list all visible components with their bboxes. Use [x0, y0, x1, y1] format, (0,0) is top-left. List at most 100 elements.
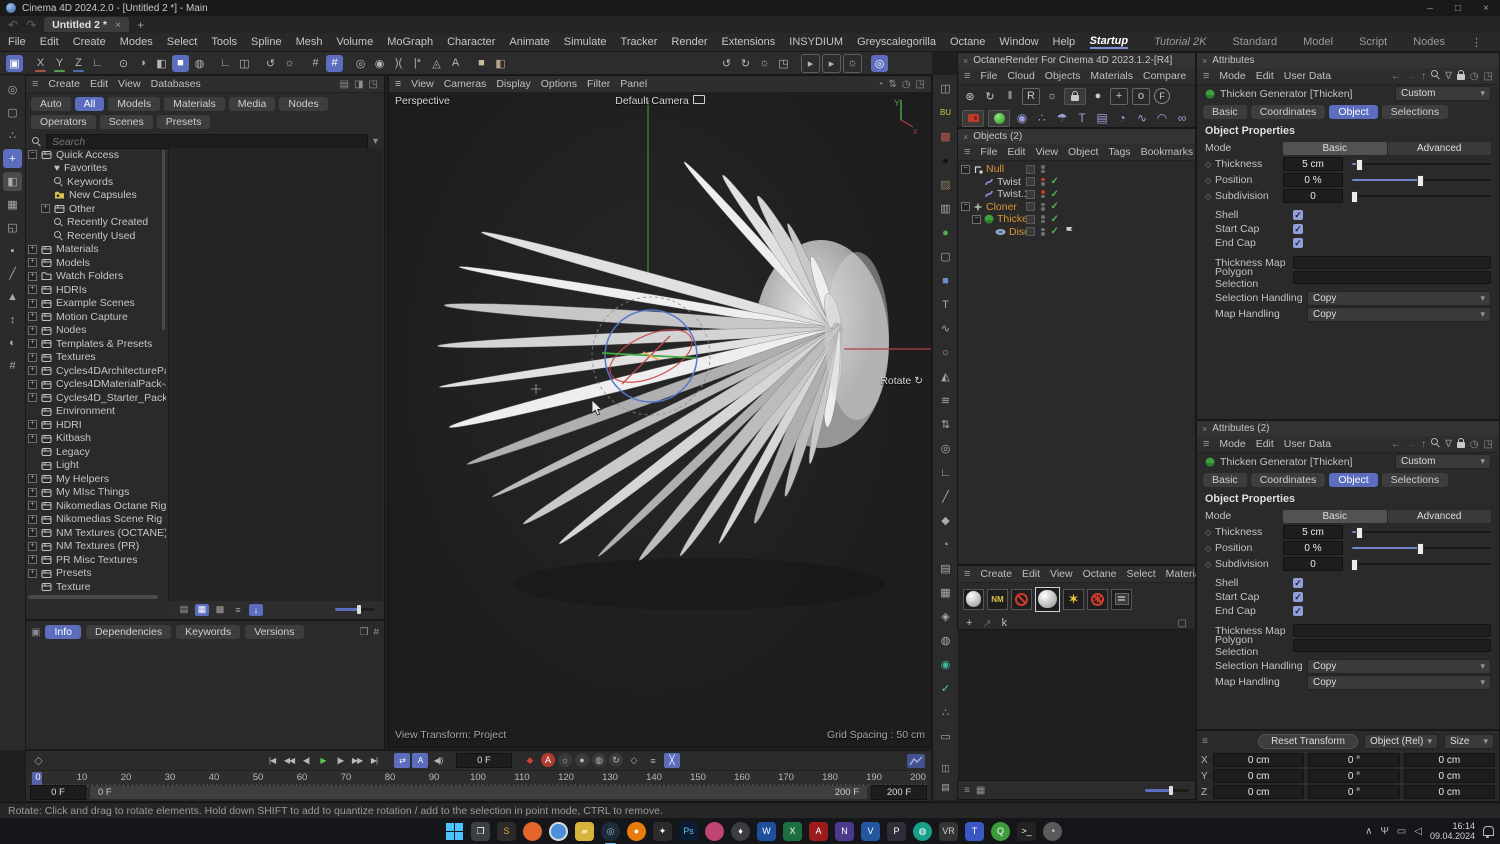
checkbox-end-cap[interactable]: ✓ — [1293, 606, 1303, 616]
history-attr-icon[interactable]: ◷ — [1470, 439, 1479, 450]
checkbox-shell[interactable]: ✓ — [1293, 210, 1303, 220]
octane-ball-icon[interactable]: ⊛ — [962, 89, 978, 104]
asset-tab-scenes[interactable]: Scenes — [99, 115, 153, 129]
primitive-cube[interactable]: ■ — [473, 55, 490, 72]
record-parameter-toggle[interactable]: ◇ — [626, 753, 642, 768]
snap-toggle[interactable]: # — [307, 55, 324, 72]
material-node[interactable] — [1111, 588, 1132, 610]
forward-icon[interactable]: → — [1406, 439, 1416, 450]
property-slider-position[interactable] — [1352, 542, 1491, 555]
up-icon[interactable]: ↑ — [1421, 439, 1426, 450]
preview-range-bar[interactable]: 0 F 200 F — [90, 786, 867, 799]
parsec[interactable]: P — [887, 821, 906, 841]
points-mode[interactable]: ⊙ — [115, 55, 132, 72]
loop-toggle[interactable]: ⇄ — [394, 753, 410, 768]
close-panel-icon[interactable]: × — [1202, 424, 1207, 434]
edges-mode[interactable]: ◑ — [134, 55, 151, 72]
kernel-settings-icon[interactable]: ☼ — [1044, 89, 1060, 104]
coords-size-dropdown[interactable]: Size ▾ — [1444, 734, 1494, 749]
layer-zoom-slider[interactable] — [1145, 785, 1189, 795]
mode-button-basic[interactable]: Basic — [1283, 141, 1387, 155]
main-menu-character[interactable]: Character — [447, 36, 495, 48]
maximize-view[interactable]: ◳ — [775, 55, 792, 72]
hash-icon[interactable]: # — [373, 627, 379, 638]
tray-chevron-up-icon[interactable]: ∧ — [1365, 826, 1372, 837]
property-slider-thickness[interactable] — [1352, 158, 1491, 171]
record-rotation-toggle[interactable]: ↻ — [609, 753, 623, 767]
range-start-field[interactable]: 0 F — [30, 785, 86, 800]
main-menu-simulate[interactable]: Simulate — [564, 36, 607, 48]
asset-tab-nodes[interactable]: Nodes — [279, 97, 328, 111]
objects-menu-view[interactable]: View — [1035, 146, 1058, 158]
material-blocked[interactable] — [1011, 588, 1032, 610]
asset-tree-item-my-helpers[interactable]: + My Helpers — [26, 472, 166, 486]
plane-icon[interactable]: ▢ — [936, 247, 955, 266]
asset-tree-item-hdris[interactable]: + HDRIs — [26, 283, 166, 297]
visibility-dots-icon[interactable] — [1041, 165, 1045, 174]
lock-attr-icon[interactable] — [1456, 437, 1465, 451]
dark-sphere-icon[interactable]: ● — [936, 151, 955, 170]
visibility-dots-icon[interactable] — [1041, 190, 1045, 199]
asset-tree-item-quick-access[interactable]: − Quick Access — [26, 148, 166, 162]
circle-spline-icon[interactable]: ○ — [936, 343, 955, 362]
coord-rotation-y[interactable]: 0 ° — [1308, 769, 1400, 783]
deformer-icon[interactable]: ◈ — [936, 607, 955, 626]
lock-x-axis[interactable]: X — [32, 55, 49, 72]
main-menu-mograph[interactable]: MoGraph — [387, 36, 433, 48]
property-value-subdivision[interactable]: 0 — [1283, 557, 1343, 571]
layout-a-icon[interactable]: ◫ — [936, 759, 955, 778]
zoom-tool-icon[interactable]: ◎ — [3, 80, 22, 99]
viewport-menu-filter[interactable]: Filter — [587, 78, 610, 90]
attr-menu-user-data[interactable]: User Data — [1284, 438, 1331, 450]
history-view-icon[interactable]: ◷ — [902, 79, 911, 90]
material-nm-pack[interactable]: NM — [987, 588, 1008, 610]
main-menu-animate[interactable]: Animate — [509, 36, 549, 48]
asset-tree-item-new-capsules[interactable]: New Capsules — [26, 189, 166, 203]
focus-picker-icon[interactable]: F — [1154, 88, 1170, 104]
terminal[interactable]: >_ — [1017, 821, 1036, 841]
attr-tab-selections[interactable]: Selections — [1381, 105, 1449, 119]
symmetry-toggle[interactable]: )( — [390, 55, 407, 72]
points-icon[interactable]: ▪ — [3, 241, 22, 260]
render-target-camera-icon[interactable] — [962, 109, 984, 127]
lock-y-axis[interactable]: Y — [51, 55, 68, 72]
layer-list-icon[interactable]: ≡ — [964, 785, 970, 796]
property-slider-thickness[interactable] — [1352, 526, 1491, 539]
current-frame-field[interactable]: 0 F — [456, 753, 512, 768]
asset-tree-item-legacy[interactable]: Legacy — [26, 445, 166, 459]
prev-key-button[interactable]: ◀◀ — [281, 753, 297, 768]
axis-settings[interactable]: ☼ — [281, 55, 298, 72]
tray-mic-icon[interactable]: Ψ — [1380, 826, 1388, 837]
sublime-text[interactable]: S — [497, 821, 516, 841]
range-end-field[interactable]: 200 F — [871, 785, 927, 800]
document-tab[interactable]: Untitled 2 * × — [44, 17, 130, 32]
visibility-dots-icon[interactable] — [1041, 215, 1045, 224]
asset-menu-icon[interactable]: ≡ — [32, 78, 38, 90]
snap-icon[interactable]: # — [3, 356, 22, 375]
asset-tree-item-environment[interactable]: Environment — [26, 405, 166, 419]
object-item-cloner[interactable]: − Cloner ✓ — [958, 201, 1195, 214]
coord-size-y[interactable]: 0 cm — [1403, 769, 1495, 783]
render-settings-button[interactable]: ☼ — [843, 53, 862, 73]
record-keyframe-button[interactable]: ◆ — [522, 753, 538, 768]
main-menu-file[interactable]: File — [8, 36, 26, 48]
keyframe-selection-toggle[interactable]: ╳ — [664, 753, 680, 768]
media-player[interactable]: ♦ — [731, 821, 750, 841]
object-item-null[interactable]: − Null — [958, 163, 1195, 176]
asset-tree-item-example-scenes[interactable]: + Example Scenes — [26, 297, 166, 311]
layout-b-icon[interactable]: ▤ — [936, 778, 955, 797]
sound-toggle[interactable]: ◀)) — [430, 753, 446, 768]
list-view-icon[interactable]: ▤ — [177, 604, 191, 616]
lock-attr-icon[interactable] — [1456, 69, 1465, 83]
layout-standard[interactable]: Standard — [1232, 36, 1277, 48]
search-options-icon[interactable]: ▾ — [373, 136, 378, 147]
field-icon[interactable]: ◍ — [936, 631, 955, 650]
material-options-icon[interactable]: ▢ — [1178, 618, 1187, 629]
gradient-icon[interactable]: ▥ — [936, 199, 955, 218]
attr-tab-basic[interactable]: Basic — [1203, 105, 1247, 119]
field-thickness-map[interactable] — [1293, 624, 1491, 637]
asset-tree-item-templates-presets[interactable]: + Templates & Presets — [26, 337, 166, 351]
asset-tree-item-my-misc-things[interactable]: + My MIsc Things — [26, 486, 166, 500]
bu-badge-icon[interactable]: BU — [936, 103, 955, 122]
layer-toggle-icon[interactable] — [1026, 189, 1035, 199]
